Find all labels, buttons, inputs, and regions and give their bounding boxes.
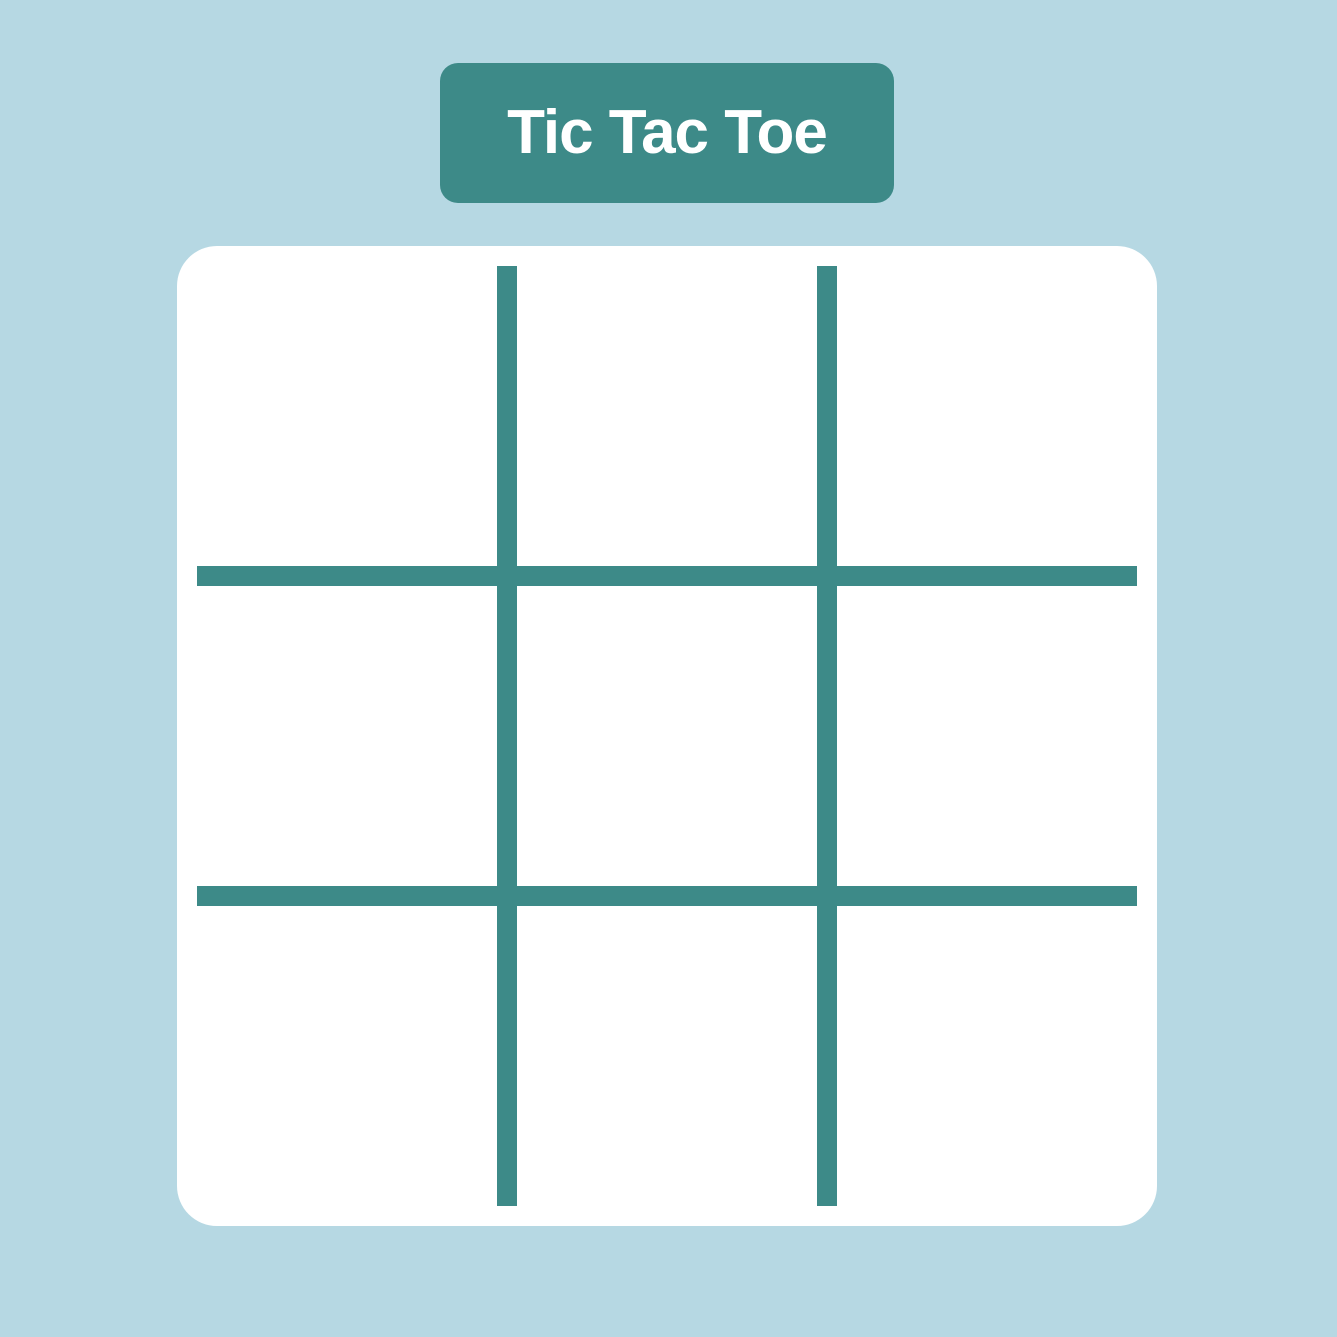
board-cell-2[interactable] [837, 266, 1137, 566]
grid-line-horizontal-2 [197, 886, 1137, 906]
game-board [177, 246, 1157, 1226]
board-cell-3[interactable] [197, 586, 497, 886]
board-cell-5[interactable] [837, 586, 1137, 886]
board-grid [197, 266, 1137, 1206]
board-cell-0[interactable] [197, 266, 497, 566]
board-cell-1[interactable] [517, 266, 817, 566]
grid-line-vertical-2 [817, 266, 837, 1206]
board-cell-8[interactable] [837, 906, 1137, 1206]
title-badge: Tic Tac Toe [440, 63, 894, 203]
grid-line-vertical-1 [497, 266, 517, 1206]
grid-line-horizontal-1 [197, 566, 1137, 586]
game-screen: Tic Tac Toe [0, 0, 1337, 1337]
game-title: Tic Tac Toe [507, 98, 828, 167]
board-cell-7[interactable] [517, 906, 817, 1206]
board-cell-4[interactable] [517, 586, 817, 886]
board-cell-6[interactable] [197, 906, 497, 1206]
